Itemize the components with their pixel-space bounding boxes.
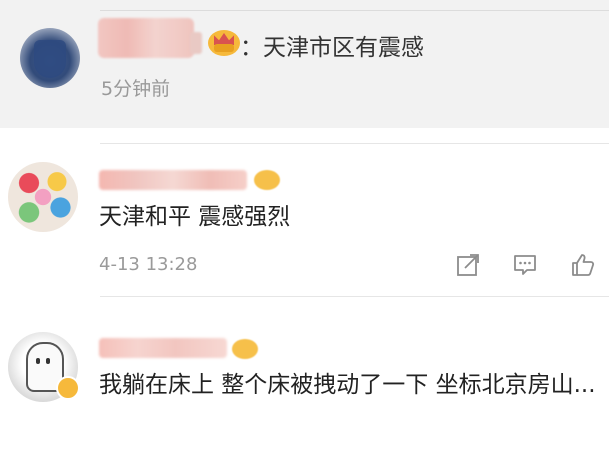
- vip-crown-icon: [208, 30, 240, 56]
- comment-text: 我躺在床上 整个床被拽动了一下 坐标北京房山...: [99, 372, 596, 398]
- badge-base: [214, 44, 234, 52]
- username-blurred[interactable]: [99, 338, 227, 358]
- like-icon[interactable]: [570, 252, 596, 278]
- eye: [46, 358, 50, 364]
- verified-badge-icon: [56, 376, 80, 400]
- comment-text: 天津和平 震感强烈: [99, 204, 291, 230]
- eye: [36, 358, 40, 364]
- repost-block[interactable]: ：天津市区有震感 5分钟前: [0, 0, 609, 128]
- divider: [100, 10, 609, 11]
- username-blurred[interactable]: [99, 170, 247, 190]
- divider: [100, 143, 609, 144]
- avatar[interactable]: [8, 162, 78, 232]
- avatar[interactable]: [20, 28, 80, 88]
- username-blurred-tail: [190, 32, 202, 54]
- comment-feed: ：天津市区有震感 5分钟前 天津和平 震感强烈 4-13 13:28 我躺在床上…: [0, 0, 609, 452]
- share-icon[interactable]: [455, 252, 481, 278]
- username-blurred[interactable]: [98, 18, 194, 58]
- repost-text: ：天津市区有震感: [240, 35, 424, 61]
- vip-badge-icon: [254, 170, 280, 190]
- shield-icon: [34, 40, 66, 78]
- vip-badge-icon: [232, 339, 258, 359]
- repost-timestamp: 5分钟前: [101, 78, 171, 100]
- comment-timestamp: 4-13 13:28: [99, 254, 198, 275]
- comment-icon[interactable]: [512, 252, 538, 278]
- divider: [100, 296, 609, 297]
